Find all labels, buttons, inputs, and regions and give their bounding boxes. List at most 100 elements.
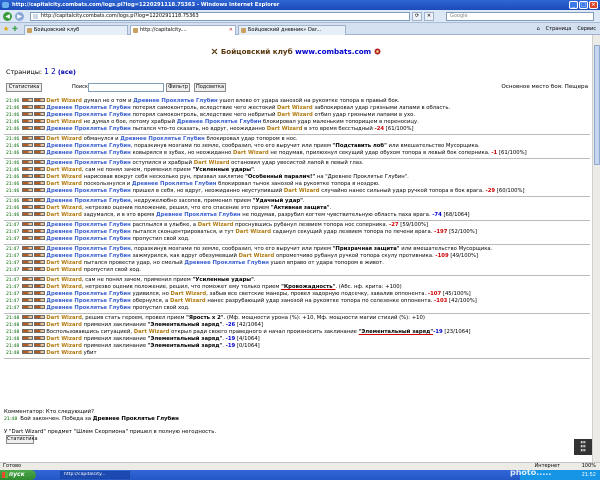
hp-bar-icon xyxy=(22,150,34,154)
scroll-thumb[interactable] xyxy=(594,45,600,165)
highlight-button[interactable]: Подсветка xyxy=(194,83,226,92)
fighter-name: Dart Wizard xyxy=(277,112,313,118)
log-text: задумался, и в это время xyxy=(81,212,157,218)
tab-bar: ★ ✚ Бойцовский клуб http://capitalcity..… xyxy=(0,23,600,35)
mana-bar-icon xyxy=(34,167,46,171)
fighter-name: Dart Wizard xyxy=(46,315,82,321)
hp-value: [0/1064] xyxy=(235,343,260,349)
page-menu[interactable]: Страница xyxy=(546,25,572,34)
log-line: 21:46 Древнее Проклятье Глубин пытался чт… xyxy=(6,126,590,133)
hp-bar-icon xyxy=(22,253,34,257)
log-time: 21:47 xyxy=(6,285,20,290)
log-block: 21:48 Dart Wizard, решив стать героем, пр… xyxy=(4,314,590,359)
hp-bar-icon xyxy=(22,119,34,123)
forward-icon[interactable]: ▶ xyxy=(15,12,24,21)
counter-badge[interactable]: ▮▮▮ ▮▮▮ ▮▮▮ xyxy=(574,439,592,455)
hp-bar-icon xyxy=(22,136,34,140)
log-text: Воспользовавшись ситуацией, xyxy=(46,329,134,335)
filter-button[interactable]: Фильтр xyxy=(166,83,190,92)
address-input[interactable]: http://capitalcity.combats.com/logs.pl?l… xyxy=(30,12,410,21)
hp-bar-icon xyxy=(22,167,34,171)
mana-bar-icon xyxy=(34,298,46,302)
page-icon xyxy=(33,14,38,19)
tab-close-icon[interactable]: ✕ xyxy=(229,26,233,35)
log-time: 21:46 xyxy=(6,206,20,211)
fighter-name: Древнее Проклятье Глубин xyxy=(46,126,131,132)
fighter-name: Древнее Проклятье Глубин xyxy=(184,260,269,266)
hp-bar-icon xyxy=(22,298,34,302)
damage-value: -197 xyxy=(434,229,448,235)
back-icon[interactable]: ◀ xyxy=(3,12,12,21)
log-line: 21:48 Dart Wizard, решив стать героем, пр… xyxy=(6,315,590,322)
log-time: 21:46 xyxy=(6,120,20,125)
favorites-star-icon[interactable]: ★ xyxy=(3,25,9,33)
log-text: . (Абс. нф. крита: +100) xyxy=(335,284,402,290)
hp-bar-icon xyxy=(22,305,34,309)
hp-value: [68/1064] xyxy=(441,212,470,218)
skill-name: "Ярость x 2" xyxy=(186,315,224,321)
log-text: блокировал тычок занозой на рукоятке топ… xyxy=(216,181,380,187)
refresh-icon[interactable]: ⟳ xyxy=(412,12,422,21)
log-block: 21:47 Dart Wizard, сам не понял зачем, пр… xyxy=(4,276,590,314)
crossed-swords-icon xyxy=(211,48,218,55)
home-icon[interactable]: ⌂ xyxy=(536,25,539,34)
log-line: 21:47 Dart Wizard пытался провести удар, … xyxy=(6,260,590,267)
page-2-link[interactable]: 2 xyxy=(51,67,56,76)
battle-log: 21:46 Dart Wizard думал не о том и Древне… xyxy=(4,97,590,359)
log-text: , сам не понял зачем, применил прием xyxy=(81,277,193,283)
damage-value: -107 xyxy=(427,291,442,297)
stop-icon[interactable]: ✕ xyxy=(424,12,434,21)
minimize-button[interactable]: _ xyxy=(569,1,578,9)
log-time: 21:46 xyxy=(6,106,20,111)
mana-bar-icon xyxy=(34,253,46,257)
tab-log[interactable]: http://capitalcity.... ✕ xyxy=(130,25,236,35)
hp-value: [59/100%] xyxy=(398,222,429,228)
damage-value: -26 xyxy=(225,322,236,328)
taskbar-item-ie[interactable]: http://capitalcity... xyxy=(60,471,130,479)
log-line: 21:46 Dart Wizard, сам не понял зачем, пр… xyxy=(6,167,590,174)
add-favorites-icon[interactable]: ✚ xyxy=(12,25,18,33)
log-line: 21:46 Dart Wizard обманулся и Древнее Про… xyxy=(6,136,590,143)
log-line: 21:47 Древнее Проклятье Глубин пропустил … xyxy=(6,236,590,243)
tab-combats-club[interactable]: Бойцовский клуб xyxy=(24,25,128,35)
site-link[interactable]: www.combats.com xyxy=(295,47,371,56)
log-time: 21:48 xyxy=(6,330,20,335)
hp-bar-icon xyxy=(22,350,34,354)
log-line: 21:47 Dart Wizard, сам не понял зачем, пр… xyxy=(6,277,590,284)
tools-menu[interactable]: Сервис xyxy=(577,25,596,34)
log-line: 21:46 Древнее Проклятье Глубин оступился … xyxy=(6,160,590,167)
log-search-input[interactable] xyxy=(88,83,164,92)
log-text: ковырялся в зубах, но неожиданно xyxy=(130,150,234,156)
log-text: оступился и храбрый xyxy=(130,160,194,166)
mana-bar-icon xyxy=(34,119,46,123)
item-broken-line: У "Dart Wizard" предмет "Шлем Скорпиона"… xyxy=(4,429,217,435)
all-pages-link[interactable]: (все) xyxy=(58,68,76,76)
mana-bar-icon xyxy=(34,160,46,164)
page-1-link[interactable]: 1 xyxy=(44,67,49,76)
log-text: пытался что-то сказать, но вдруг, неожид… xyxy=(130,126,267,132)
zoom-level[interactable]: 100% xyxy=(582,463,596,470)
maximize-button[interactable]: □ xyxy=(579,1,588,9)
log-text: нанес разрубающий удар занозой на рукоят… xyxy=(205,298,435,304)
fighter-name: Древнее Проклятье Глубин xyxy=(46,229,131,235)
log-time: 21:48 xyxy=(6,337,20,342)
search-input[interactable]: Google xyxy=(446,12,594,21)
log-text: блокировал удар маленьким топорищем в пе… xyxy=(261,119,419,125)
log-block: 21:46 Dart Wizard думал не о том и Древне… xyxy=(4,97,590,135)
mana-bar-icon xyxy=(34,143,46,147)
close-button[interactable]: × xyxy=(589,1,598,9)
mana-bar-icon xyxy=(34,98,46,102)
fighter-name: Древнее Проклятье Глубин xyxy=(133,98,218,104)
log-text: в это время бесстыдный xyxy=(302,126,375,132)
fighter-name: Древнее Проклятье Глубин xyxy=(46,105,131,111)
fighter-name: Dart Wizard xyxy=(46,119,82,125)
hp-value: [49/100%] xyxy=(448,253,479,259)
fighter-name: Древнее Проклятье Глубин xyxy=(46,222,131,228)
skill-name: "Удачный удар" xyxy=(252,198,303,204)
stats-button-bottom[interactable]: Статистика xyxy=(6,435,38,444)
start-button[interactable]: пуск xyxy=(0,470,36,480)
vertical-scrollbar[interactable] xyxy=(592,35,600,462)
tab-diary[interactable]: Бойцовский дневник» Dar... xyxy=(238,25,346,35)
stats-button[interactable]: Статистика xyxy=(6,83,42,92)
skill-name: "Активная защита" xyxy=(270,205,330,211)
